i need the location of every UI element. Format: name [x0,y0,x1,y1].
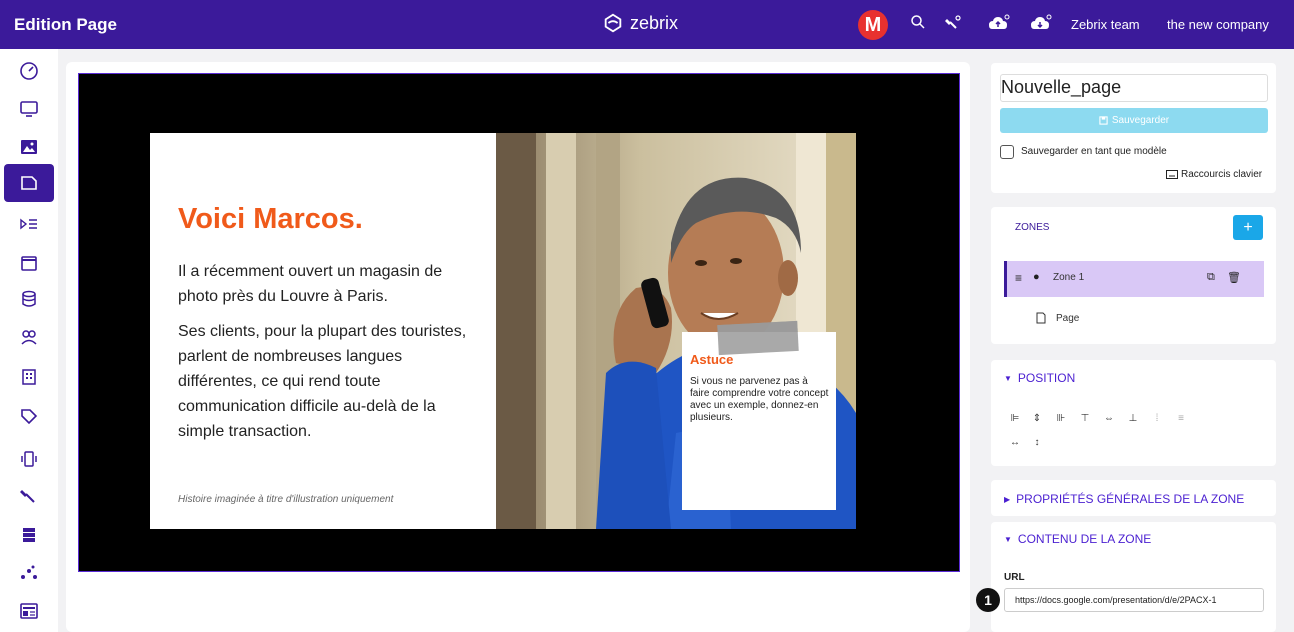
dashboard-icon [20,62,38,80]
tools-icon [20,490,35,503]
distribute-v-icon[interactable]: ≡ [1170,409,1192,427]
shortcuts-label: Raccourcis clavier [1181,169,1263,180]
template-checkbox[interactable] [1000,145,1014,159]
stretch-height-icon[interactable]: ↕ [1026,433,1048,451]
sidebar-item-database[interactable] [0,280,58,318]
page-file-icon [1036,312,1046,324]
zone-row[interactable]: ≡ ● Zone 1 ⧉ 🗑 [1004,261,1264,297]
template-checkbox-label: Sauvegarder en tant que modèle [1021,146,1167,157]
align-bottom-icon[interactable]: ⊥ [1122,409,1144,427]
sidebar-item-dashboard[interactable] [0,52,58,90]
sidebar-item-devices[interactable] [0,440,58,478]
top-bar: Edition Page zebrix M Zebrix team the ne… [0,0,1294,49]
align-center-v-icon[interactable]: ⇔ [1098,409,1120,427]
zebrix-logo-icon [604,13,622,33]
save-icon [1099,116,1108,125]
general-props-title: PROPRIÉTÉS GÉNÉRALES DE LA ZONE [1016,492,1245,506]
slide-footnote: Histoire imaginée à titre d'illustration… [178,494,394,505]
general-props-section-toggle[interactable]: ▶ PROPRIÉTÉS GÉNÉRALES DE LA ZONE [1004,492,1244,506]
tip-tape [717,320,799,356]
shortcuts-link[interactable]: Raccourcis clavier [1166,169,1262,180]
distribute-h-icon[interactable]: ⁞ [1146,409,1168,427]
search-icon[interactable] [910,14,926,35]
tip-title: Astuce [690,352,734,367]
url-label: URL [1004,572,1025,583]
news-icon [20,603,38,619]
drag-handle-icon[interactable]: ≡ [1015,271,1022,285]
step-number-badge: 1 [976,588,1000,612]
page-name-input[interactable]: Nouvelle_page [1000,74,1268,102]
caret-down-icon: ▼ [1004,373,1012,383]
company-link[interactable]: the new company [1167,17,1269,32]
brand-name: zebrix [630,12,679,33]
server-icon [23,528,35,542]
sidebar-item-servers[interactable] [0,516,58,554]
keyboard-icon [1166,170,1178,179]
brand-logo[interactable]: zebrix [602,12,678,34]
playlist-icon [20,218,37,230]
slide-text-panel: Voici Marcos. Il a récemment ouvert un m… [150,133,496,529]
sidebar-item-media[interactable] [0,128,58,166]
align-left-icon[interactable]: ⊫ [1004,409,1026,427]
cloud-download-icon[interactable] [1030,14,1052,37]
caret-right-icon: ▶ [1004,494,1011,504]
trash-icon[interactable]: 🗑 [1227,271,1241,284]
page-icon [21,176,37,190]
save-button[interactable]: Sauvegarder [1000,108,1268,133]
sidebar-item-playlists[interactable] [0,206,58,244]
add-zone-button[interactable]: + [1233,215,1263,240]
content-section-toggle[interactable]: ▼ CONTENU DE LA ZONE [1004,532,1151,546]
align-right-icon[interactable]: ⊪ [1050,409,1072,427]
duplicate-icon[interactable]: ⧉ [1207,271,1215,284]
position-toolbar: ⊫ ⇕ ⊪ ⊤ ⇔ ⊥ ⁞ ≡ ↔ ↕ [1004,409,1240,455]
position-title: POSITION [1017,371,1076,385]
sidebar-item-tags[interactable] [0,398,58,436]
network-icon [21,565,37,579]
image-icon [21,140,37,154]
sidebar-item-network[interactable] [0,554,58,592]
url-input[interactable]: https://docs.google.com/presentation/d/e… [1004,588,1264,612]
stretch-width-icon[interactable]: ↔ [1004,433,1026,451]
sidebar-item-users[interactable] [0,318,58,356]
device-icon [21,451,37,467]
zone-name: Zone 1 [1053,272,1085,283]
users-icon [21,330,37,345]
sidebar-item-screens[interactable] [0,90,58,128]
slide-title: Voici Marcos. [178,203,363,235]
sidebar-item-news[interactable] [0,592,58,630]
team-link[interactable]: Zebrix team [1071,17,1140,32]
align-top-icon[interactable]: ⊤ [1074,409,1096,427]
globe-icon: ● [1033,271,1040,283]
tools-icon[interactable] [944,14,962,37]
sidebar-item-buildings[interactable] [0,358,58,396]
tip-text: Si vous ne parvenez pas à faire comprend… [690,376,829,423]
user-avatar[interactable]: M [858,10,888,40]
slide-paragraph-1: Il a récemment ouvert un magasin de phot… [178,263,443,305]
tag-icon [21,409,38,425]
content-title: CONTENU DE LA ZONE [1017,532,1152,546]
sidebar-item-tools[interactable] [0,476,58,514]
calendar-icon [21,256,37,271]
sidebar-item-pages[interactable] [4,164,54,202]
save-button-label: Sauvegarder [1111,115,1170,126]
zones-title: ZONES [1015,222,1050,233]
caret-down-icon: ▼ [1004,534,1012,544]
sidebar-item-calendar[interactable] [0,244,58,282]
page-title: Edition Page [14,15,117,34]
slide-paragraph-2: Ses clients, pour la plupart des tourist… [178,323,467,440]
cloud-upload-icon[interactable] [988,14,1010,37]
position-section-toggle[interactable]: ▼ POSITION [1004,371,1075,385]
align-center-h-icon[interactable]: ⇕ [1026,409,1048,427]
page-row[interactable]: Page [1036,312,1079,324]
monitor-icon [20,101,38,117]
database-icon [22,290,36,307]
building-icon [22,369,36,385]
page-label: Page [1056,312,1080,324]
